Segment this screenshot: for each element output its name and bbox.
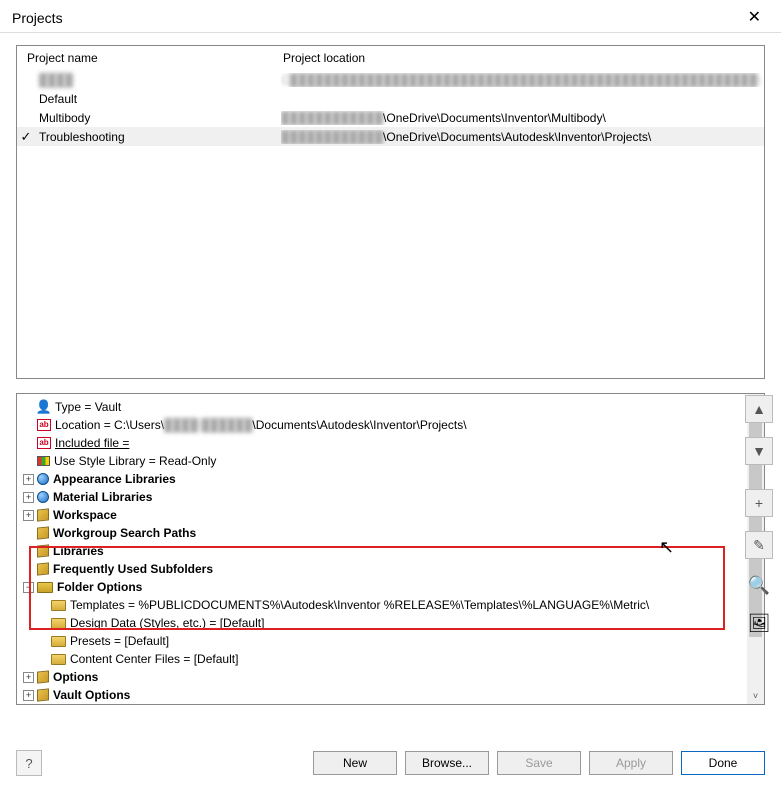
window-title: Projects — [12, 10, 63, 26]
cube-icon — [37, 562, 49, 575]
active-project-check-icon: ✓ — [17, 130, 35, 143]
folder-icon — [51, 636, 66, 647]
tree-vault-options[interactable]: +Vault Options — [23, 686, 764, 704]
tree-use-style-library[interactable]: Use Style Library = Read-Only — [23, 452, 764, 470]
cube-icon — [37, 508, 49, 521]
project-row[interactable]: Multibody ████████████\OneDrive\Document… — [17, 108, 764, 127]
expand-icon[interactable]: + — [23, 492, 34, 503]
ab-icon: ab — [37, 437, 51, 449]
tree-location[interactable]: abLocation = C:\Users\████\██████\Docume… — [23, 416, 764, 434]
move-down-button[interactable]: ▼ — [745, 437, 773, 465]
collapse-icon[interactable]: − — [23, 582, 34, 593]
folder-icon — [51, 654, 66, 665]
save-button[interactable]: Save — [497, 751, 581, 775]
cube-icon — [37, 688, 49, 701]
search-config-button[interactable]: 🔍 — [747, 573, 771, 597]
cube-icon — [37, 526, 49, 539]
project-row[interactable]: ████ C██████████████████████████████████… — [17, 70, 764, 89]
image-icon: 🖼 — [748, 613, 771, 634]
edit-button[interactable]: ✎ — [745, 531, 773, 559]
folder-icon — [51, 600, 66, 611]
add-button[interactable]: + — [745, 489, 773, 517]
expand-icon[interactable]: + — [23, 672, 34, 683]
expand-icon[interactable]: + — [23, 510, 34, 521]
tree-frequently-used-subfolders[interactable]: Frequently Used Subfolders — [23, 560, 764, 578]
tree-libraries[interactable]: Libraries — [23, 542, 764, 560]
folder-open-icon — [37, 582, 53, 593]
tree-content-center-files[interactable]: Content Center Files = [Default] — [23, 650, 764, 668]
tree-type[interactable]: 👤Type = Vault — [23, 398, 764, 416]
tree-workgroup-search-paths[interactable]: Workgroup Search Paths — [23, 524, 764, 542]
tree-included-file[interactable]: abIncluded file = — [23, 434, 764, 452]
tree-folder-options[interactable]: −Folder Options — [23, 578, 764, 596]
tree-material-libraries[interactable]: +Material Libraries — [23, 488, 764, 506]
project-row[interactable]: ✓ Troubleshooting ████████████\OneDrive\… — [17, 127, 764, 146]
browse-button[interactable]: Browse... — [405, 751, 489, 775]
close-button[interactable]: ✕ — [740, 8, 769, 28]
tree-workspace[interactable]: +Workspace — [23, 506, 764, 524]
done-button[interactable]: Done — [681, 751, 765, 775]
expand-icon[interactable]: + — [23, 690, 34, 701]
col-header-location[interactable]: Project location — [273, 46, 764, 70]
tree-templates[interactable]: Templates = %PUBLICDOCUMENTS%\Autodesk\I… — [23, 596, 764, 614]
search-icon: 🔍 — [748, 575, 770, 596]
apply-button[interactable]: Apply — [589, 751, 673, 775]
folder-icon — [51, 618, 66, 629]
tree-presets[interactable]: Presets = [Default] — [23, 632, 764, 650]
triangle-up-icon: ▲ — [752, 401, 766, 417]
tree-options[interactable]: +Options — [23, 668, 764, 686]
project-list: Project name Project location ████ C████… — [16, 45, 765, 379]
project-row[interactable]: Default — [17, 89, 764, 108]
image-config-button[interactable]: 🖼 — [747, 611, 771, 635]
pencil-icon: ✎ — [753, 537, 765, 554]
cube-icon — [37, 670, 49, 683]
scroll-down-icon[interactable]: ˅ — [747, 687, 764, 704]
move-up-button[interactable]: ▲ — [745, 395, 773, 423]
plus-icon: + — [755, 495, 763, 511]
help-button[interactable]: ? — [16, 750, 42, 776]
triangle-down-icon: ▼ — [752, 443, 766, 459]
style-icon — [37, 456, 50, 466]
tree-design-data[interactable]: Design Data (Styles, etc.) = [Default] — [23, 614, 764, 632]
new-button[interactable]: New — [313, 751, 397, 775]
tree-appearance-libraries[interactable]: +Appearance Libraries — [23, 470, 764, 488]
project-settings-tree: 👤Type = Vault abLocation = C:\Users\████… — [16, 393, 765, 705]
globe-icon — [37, 473, 49, 485]
vault-icon: 👤 — [37, 400, 51, 414]
expand-icon[interactable]: + — [23, 474, 34, 485]
globe-icon — [37, 491, 49, 503]
cube-icon — [37, 544, 49, 557]
ab-icon: ab — [37, 419, 51, 431]
help-icon: ? — [25, 756, 32, 771]
col-header-name[interactable]: Project name — [17, 46, 273, 70]
